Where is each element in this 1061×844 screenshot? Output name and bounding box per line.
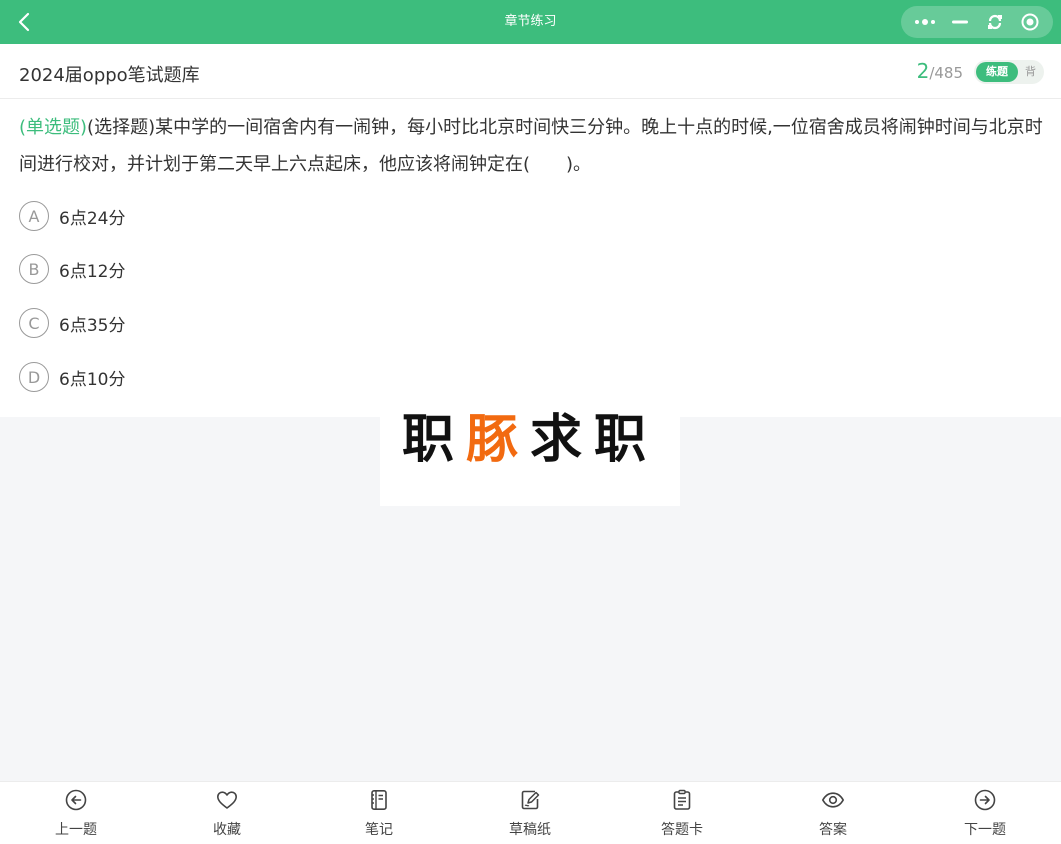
more-dots-icon (914, 19, 935, 25)
draft-paper-button[interactable]: 草稿纸 (485, 788, 575, 844)
next-question-button[interactable]: 下一题 (940, 788, 1030, 844)
question-header: 2024届oppo笔试题库 2/485 练题 背 (0, 44, 1061, 99)
arrow-left-circle-icon (65, 789, 87, 811)
option-letter: B (19, 254, 49, 284)
current-question-number: 2 (916, 59, 930, 83)
tab-label: 答题卡 (661, 822, 703, 838)
mode-toggle[interactable]: 练题 背 (974, 60, 1044, 84)
answer-card-icon (673, 789, 691, 810)
question-type-label: (单选题) (19, 117, 88, 138)
heart-icon (217, 791, 237, 809)
mode-practice: 练题 (976, 62, 1018, 82)
watermark-text-1: 职 (401, 410, 466, 470)
notes-button[interactable]: 笔记 (334, 788, 424, 844)
option-letter: D (19, 362, 49, 392)
watermark-text-accent: 豚 (465, 410, 530, 470)
option-text: 6点12分 (59, 261, 126, 282)
show-answer-button[interactable]: 答案 (788, 788, 878, 844)
question-text: (单选题)(选择题)某中学的一间宿舍内有一闹钟，每小时比北京时间快三分钟。晚上十… (19, 109, 1049, 183)
option-a[interactable]: A 6点24分 (19, 201, 125, 231)
close-button[interactable] (1015, 7, 1045, 37)
option-text: 6点35分 (59, 315, 126, 336)
arrow-right-circle-icon (974, 789, 996, 811)
option-d[interactable]: D 6点10分 (19, 362, 125, 392)
refresh-icon (987, 14, 1002, 30)
eye-icon (821, 792, 845, 808)
total-questions: /485 (929, 64, 963, 82)
mode-memorize: 背 (1025, 65, 1036, 78)
tab-label: 收藏 (213, 822, 241, 838)
option-text: 6点24分 (59, 208, 126, 229)
watermark-text-2: 求职 (530, 410, 659, 470)
switch-button[interactable] (980, 7, 1010, 37)
answer-card-button[interactable]: 答题卡 (637, 788, 727, 844)
option-letter: A (19, 201, 49, 231)
option-text: 6点10分 (59, 369, 126, 390)
tab-label: 下一题 (964, 822, 1006, 838)
prev-question-button[interactable]: 上一题 (31, 788, 121, 844)
mini-program-capsule (901, 6, 1053, 38)
bottom-toolbar: 上一题 收藏 笔记 草稿纸 答题卡 答案 下一题 (0, 781, 1061, 844)
question-bank-title: 2024届oppo笔试题库 (19, 65, 200, 86)
tab-label: 笔记 (365, 822, 393, 838)
question-body: (选择题)某中学的一间宿舍内有一闹钟，每小时比北京时间快三分钟。晚上十点的时候,… (19, 117, 1043, 175)
tab-label: 草稿纸 (509, 822, 551, 838)
tab-label: 上一题 (55, 822, 97, 838)
option-c[interactable]: C 6点35分 (19, 308, 125, 338)
tab-label: 答案 (819, 822, 847, 838)
minimize-button[interactable] (945, 7, 975, 37)
option-b[interactable]: B 6点12分 (19, 254, 125, 284)
minus-icon (951, 20, 968, 24)
watermark-logo: 职豚求职 (380, 392, 680, 506)
top-bar: 章节练习 (0, 0, 1061, 44)
favorite-button[interactable]: 收藏 (182, 788, 272, 844)
more-button[interactable] (910, 7, 940, 37)
notebook-icon (371, 789, 387, 810)
question-content: (单选题)(选择题)某中学的一间宿舍内有一闹钟，每小时比北京时间快三分钟。晚上十… (0, 99, 1061, 417)
draft-paper-icon (521, 790, 540, 810)
question-progress: 2/485 (917, 59, 963, 83)
target-close-icon (1021, 13, 1038, 31)
option-letter: C (19, 308, 49, 338)
